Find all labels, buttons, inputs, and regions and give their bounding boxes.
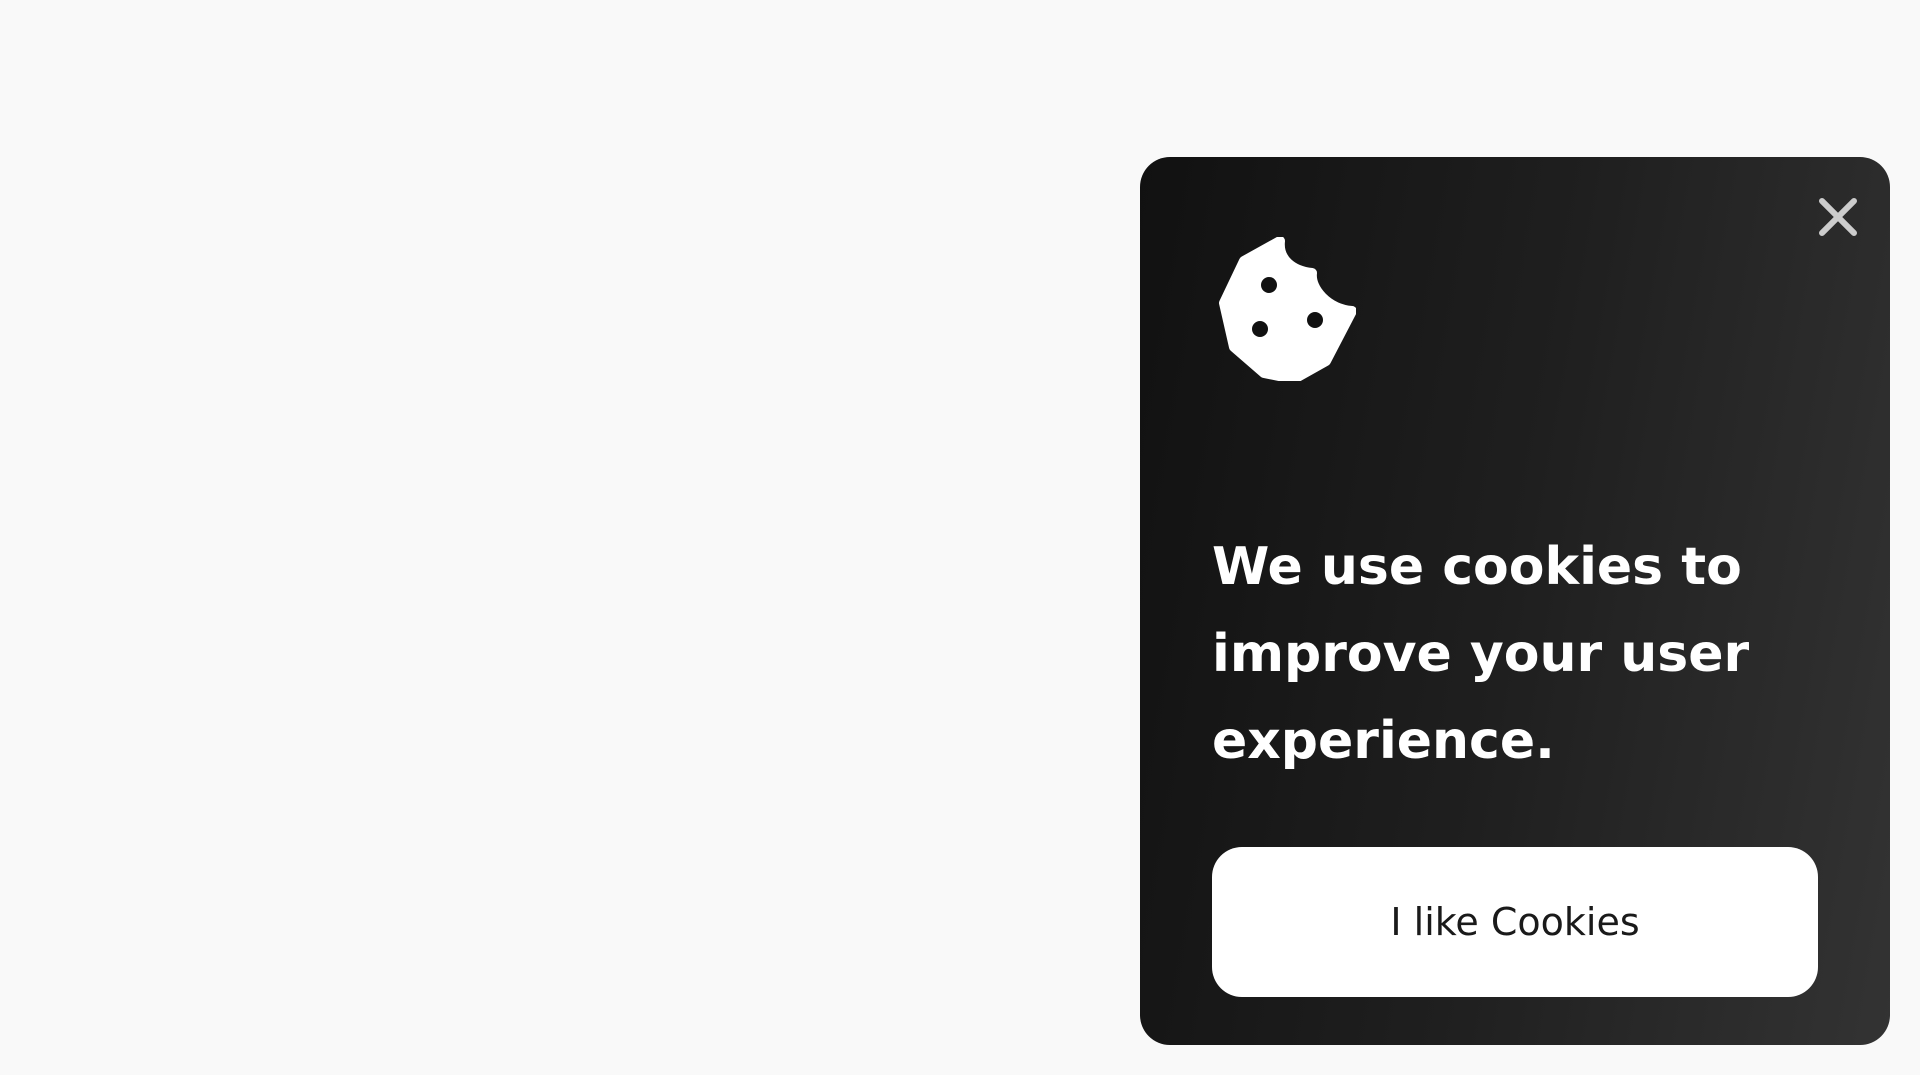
- accept-cookies-button[interactable]: I like Cookies: [1212, 847, 1818, 997]
- cookie-message: We use cookies to improve your user expe…: [1212, 537, 1750, 771]
- cookie-icon: [1212, 236, 1357, 384]
- close-button[interactable]: [1816, 195, 1860, 239]
- cookie-consent-banner: We use cookies to improve your user expe…: [1140, 157, 1890, 1045]
- close-icon: [1819, 198, 1857, 236]
